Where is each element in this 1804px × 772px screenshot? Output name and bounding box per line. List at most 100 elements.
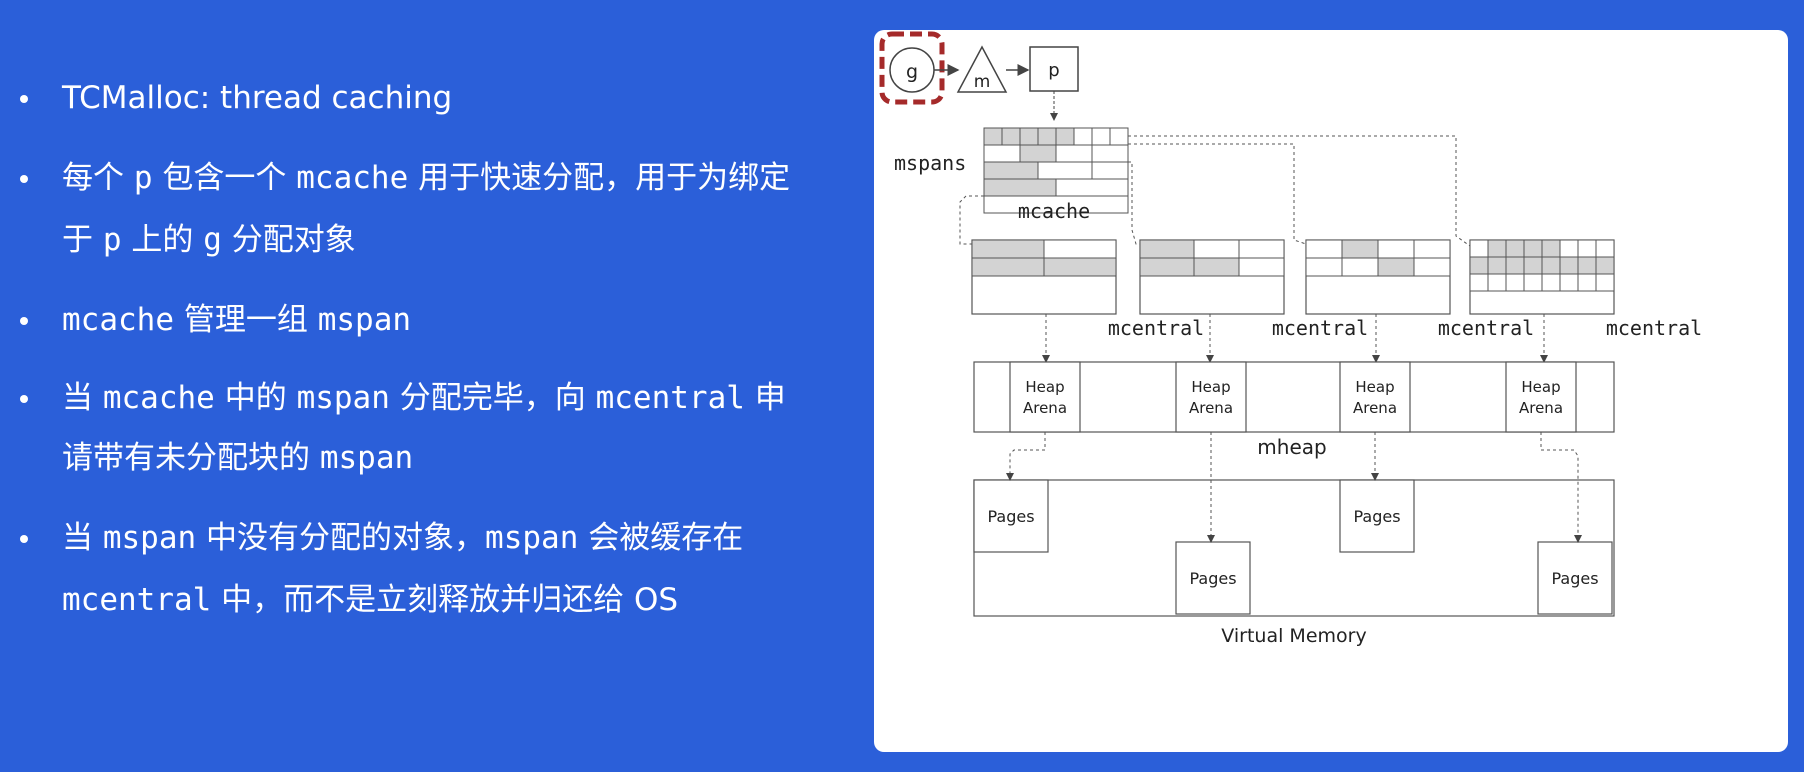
pages-label: Pages — [1353, 507, 1400, 526]
mcache-cell — [1019, 127, 1039, 146]
mcentral-cell — [1469, 273, 1489, 292]
mcache-cell — [1109, 127, 1129, 146]
text-segment: 中没有分配的对象， — [196, 520, 486, 556]
mcentral-cell — [1238, 257, 1285, 277]
text-segment: 中，而不是立刻释放并归还给 OS — [211, 582, 679, 618]
text-segment: 中的 — [214, 380, 297, 416]
mcentral-cell — [1193, 257, 1240, 277]
mcache-cell — [1091, 144, 1129, 163]
mcache-cell — [1037, 127, 1057, 146]
mcentral-label: mcentral — [1606, 316, 1702, 340]
mcentral-cell — [1487, 239, 1507, 258]
text-segment: 分配完毕，向 — [389, 380, 596, 416]
mcentral-cell — [1341, 239, 1379, 259]
code-term: mspan — [102, 520, 197, 556]
bullet-text-line: mcentral 中，而不是立刻释放并归还给 OS — [62, 580, 678, 620]
text-segment: TCMalloc: thread caching — [62, 80, 453, 116]
mcache-cell — [1001, 127, 1021, 146]
mcache-cell — [983, 144, 1021, 163]
mcentral-label: mcentral — [1272, 316, 1368, 340]
code-term: mcache — [102, 380, 215, 416]
heap-arena-label-line1: Heap — [1025, 378, 1064, 396]
mcache-to-mcentral-2 — [1128, 161, 1140, 245]
text-segment: 管理一组 — [173, 302, 318, 338]
mcentral-cell — [1487, 273, 1507, 292]
m-label: m — [974, 72, 991, 92]
mcache-cell — [1019, 144, 1057, 163]
pages-label: Pages — [987, 507, 1034, 526]
mcentral-cell — [1559, 256, 1579, 275]
code-term: mcentral — [595, 380, 745, 416]
text-segment: 上的 — [121, 222, 204, 258]
mcentral-cell — [1377, 257, 1415, 277]
mcentral-cell — [1541, 256, 1561, 275]
text-segment: 于 — [62, 222, 103, 258]
bullet-dot — [20, 175, 28, 183]
text-segment: 用于快速分配，用于为绑定 — [408, 160, 791, 196]
bullet-dot — [20, 395, 28, 403]
mcache-label: mcache — [1018, 199, 1090, 223]
mcache-to-mcentral-3 — [1128, 143, 1307, 245]
mcentral-cell — [1577, 273, 1597, 292]
text-segment: 当 — [62, 380, 103, 416]
code-term: mcentral — [62, 582, 212, 618]
mcentral-cell — [1193, 239, 1240, 259]
pages-label: Pages — [1551, 569, 1598, 588]
mcentral-cell — [1523, 256, 1543, 275]
mcache-to-mcentral-4 — [1128, 135, 1471, 247]
p-label: p — [1048, 60, 1059, 81]
text-segment: 包含一个 — [152, 160, 297, 196]
diagram-canvas: g m p mspans mcache mcentral mcentral mcen… — [879, 31, 1702, 647]
mcache-cell — [1055, 144, 1093, 163]
mcache-to-mcentral-1 — [959, 195, 984, 245]
mcentral-cell — [1595, 273, 1615, 292]
code-term: mspan — [485, 520, 579, 556]
virtual-memory-label: Virtual Memory — [1221, 625, 1366, 647]
mcentral-cell — [1469, 256, 1489, 275]
mcentral-cell — [1523, 239, 1543, 258]
text-segment: 分配对象 — [221, 222, 356, 258]
mcentral-cell — [971, 257, 1045, 277]
bullet-dot — [20, 535, 28, 543]
mcentral-cell — [1577, 239, 1597, 258]
bullet-dot — [20, 317, 28, 325]
mcentral-cell — [1305, 257, 1343, 277]
heap-arena-label-line1: Heap — [1521, 378, 1560, 396]
heap-arena-label-line1: Heap — [1191, 378, 1230, 396]
heap-arena-label-line1: Heap — [1355, 378, 1394, 396]
bullet-text-line: 请带有未分配块的 mspan — [62, 438, 413, 478]
mcentral-cell — [1505, 273, 1525, 292]
mcentral-cell — [1377, 239, 1415, 259]
mcentral-cell — [1139, 257, 1195, 277]
text-segment: 申 — [744, 380, 786, 416]
mcentral-cell — [1577, 256, 1597, 275]
go-memory-allocator-diagram: g m p mspans mcache mcentral mcentral mcen… — [874, 30, 1788, 752]
heap-arena-label-line2: Arena — [1023, 399, 1067, 417]
text-segment: 会被缓存在 — [578, 520, 744, 556]
mcentral-cell — [1505, 256, 1525, 275]
heap-arena-box — [1505, 361, 1577, 433]
code-term: mcache — [62, 302, 174, 338]
mcentral-cell — [1413, 257, 1451, 277]
mcache-cell — [1091, 127, 1111, 146]
code-term: p — [102, 222, 122, 258]
mcache-cell — [1091, 161, 1129, 180]
arena-to-pages-arrow — [1006, 432, 1046, 481]
mcentral-cell — [1238, 239, 1285, 259]
mcache-cell — [1037, 161, 1093, 180]
heap-arena-box — [1339, 361, 1411, 433]
mcentral-cell — [1487, 256, 1507, 275]
mcentral-cell — [1595, 239, 1615, 258]
mcentral-label: mcentral — [1108, 316, 1204, 340]
code-term: mcache — [296, 160, 409, 196]
code-term: mspan — [319, 440, 414, 476]
mcentral-cell — [1505, 239, 1525, 258]
mcache-cell — [1055, 178, 1129, 197]
mcentral-label: mcentral — [1438, 316, 1534, 340]
mcache-cell — [983, 161, 1039, 180]
mcache-cell — [983, 178, 1057, 197]
bullet-text-line: TCMalloc: thread caching — [62, 78, 452, 118]
mcentral-cell — [971, 239, 1045, 259]
mcache-cell — [1055, 127, 1075, 146]
mcentral-cell — [1559, 239, 1579, 258]
